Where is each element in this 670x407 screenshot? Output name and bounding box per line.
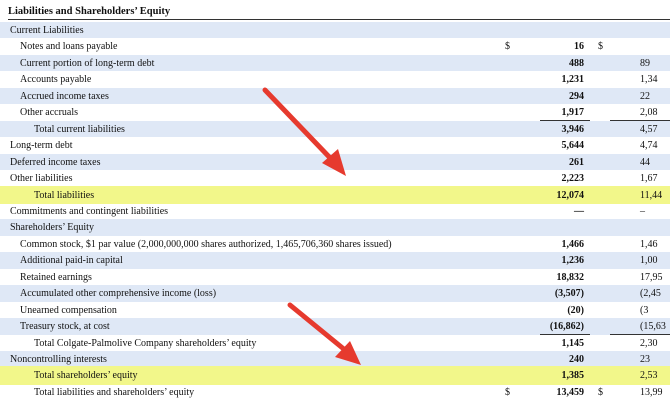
arrow-bottom-icon — [287, 302, 361, 365]
annotation-arrows — [262, 87, 361, 365]
arrow-top-icon — [262, 87, 346, 176]
